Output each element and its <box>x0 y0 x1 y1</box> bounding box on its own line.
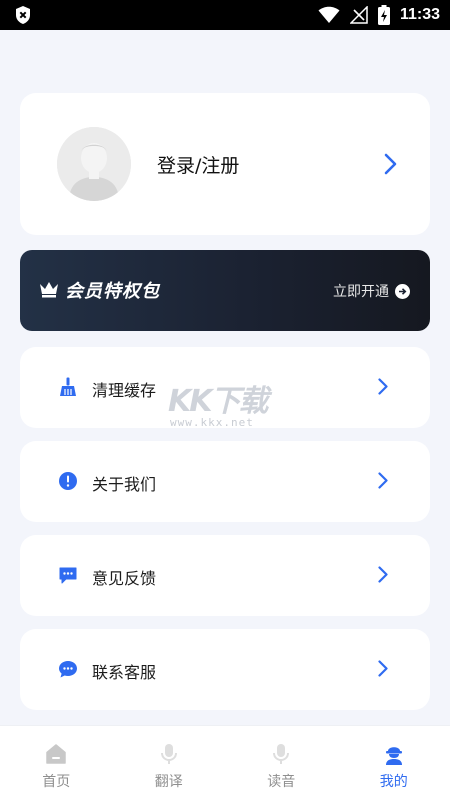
arrow-right-circle-icon <box>395 283 410 299</box>
microphone-icon <box>158 743 180 769</box>
profile-card[interactable]: 登录/注册 <box>20 93 430 235</box>
nav-translate[interactable]: 翻译 <box>113 726 226 800</box>
nav-label: 我的 <box>379 774 408 790</box>
menu-label: 联系客服 <box>92 663 157 682</box>
feedback-icon <box>58 565 78 585</box>
nav-label: 读音 <box>267 774 296 790</box>
avatar[interactable] <box>57 127 131 201</box>
crown-icon <box>39 280 59 302</box>
menu-label: 关于我们 <box>92 475 157 494</box>
no-signal-icon <box>349 6 368 24</box>
menu-clear-cache[interactable]: 清理缓存 <box>20 347 430 428</box>
vip-open-button[interactable]: 立即开通 <box>333 281 410 301</box>
battery-charging-icon <box>377 5 390 25</box>
chevron-right-icon <box>378 566 388 587</box>
chevron-right-icon <box>378 378 388 399</box>
menu-feedback[interactable]: 意见反馈 <box>20 535 430 616</box>
login-register-link[interactable]: 登录/注册 <box>157 151 239 178</box>
vip-open-label: 立即开通 <box>333 284 389 300</box>
nav-label: 首页 <box>42 774 71 790</box>
user-icon <box>383 743 405 769</box>
nav-mine[interactable]: 我的 <box>338 726 450 800</box>
menu-contact-support[interactable]: 联系客服 <box>20 629 430 710</box>
info-icon <box>58 471 78 491</box>
broom-icon <box>58 377 78 397</box>
home-icon <box>45 743 67 769</box>
wifi-icon <box>318 6 340 24</box>
vip-title: 会员特权包 <box>65 281 160 302</box>
menu-label: 意见反馈 <box>92 569 157 588</box>
bottom-nav: 首页 翻译 读音 我的 <box>0 725 450 800</box>
chevron-right-icon[interactable] <box>384 153 398 179</box>
chevron-right-icon <box>378 472 388 493</box>
menu-label: 清理缓存 <box>92 381 157 400</box>
clock: 11:33 <box>399 6 440 23</box>
nav-pronounce[interactable]: 读音 <box>225 726 338 800</box>
shield-x-icon <box>14 5 32 25</box>
chat-icon <box>58 659 78 679</box>
menu-about-us[interactable]: 关于我们 <box>20 441 430 522</box>
nav-home[interactable]: 首页 <box>0 726 113 800</box>
default-avatar-icon <box>57 127 131 201</box>
nav-label: 翻译 <box>154 774 183 790</box>
microphone-icon <box>270 743 292 769</box>
status-bar: 11:33 <box>0 0 450 30</box>
chevron-right-icon <box>378 660 388 681</box>
vip-banner[interactable]: 会员特权包 立即开通 <box>20 250 430 331</box>
